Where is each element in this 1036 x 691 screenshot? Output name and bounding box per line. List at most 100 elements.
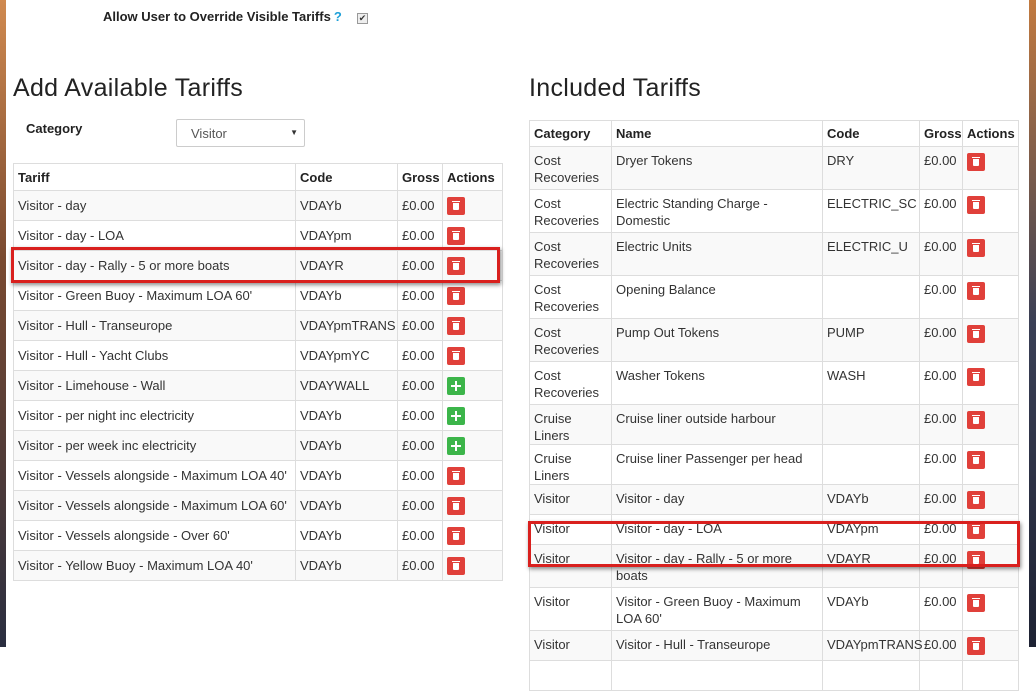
header-code[interactable]: Code [822, 120, 920, 147]
table-row: Cost Recoveries Pump Out Tokens PUMP £0.00 [529, 318, 1019, 362]
code-cell: VDAYb [295, 520, 398, 551]
name-cell: Electric Units [611, 232, 823, 276]
header-tariff[interactable]: Tariff [13, 163, 296, 191]
table-row: Visitor - Vessels alongside - Maximum LO… [13, 460, 503, 491]
caret-down-icon: ▼ [290, 128, 298, 137]
name-cell [611, 660, 823, 691]
gross-cell: £0.00 [397, 370, 443, 401]
delete-button[interactable] [967, 195, 985, 214]
delete-button[interactable] [967, 490, 985, 509]
actions-cell [442, 190, 503, 221]
table-row: Visitor Visitor - Green Buoy - Maximum LO… [529, 587, 1019, 631]
code-cell [822, 404, 920, 445]
code-cell: VDAYb [295, 190, 398, 221]
tariff-cell: Visitor - Vessels alongside - Maximum LO… [13, 490, 296, 521]
delete-button[interactable] [447, 466, 465, 485]
code-cell [822, 660, 920, 691]
delete-button[interactable] [447, 346, 465, 365]
category-cell: Cost Recoveries [529, 146, 612, 190]
delete-button[interactable] [447, 556, 465, 575]
name-cell: Visitor - day - LOA [611, 514, 823, 545]
table-row: Visitor - Vessels alongside - Maximum LO… [13, 490, 503, 521]
actions-cell [442, 340, 503, 371]
delete-button[interactable] [447, 196, 465, 215]
delete-button[interactable] [447, 226, 465, 245]
tariff-cell: Visitor - Hull - Transeurope [13, 310, 296, 341]
delete-button[interactable] [967, 238, 985, 257]
code-cell: VDAYb [295, 490, 398, 521]
tariff-cell: Visitor - Hull - Yacht Clubs [13, 340, 296, 371]
gross-cell: £0.00 [397, 310, 443, 341]
table-row: Visitor - day VDAYb £0.00 [13, 190, 503, 221]
category-select[interactable]: Visitor ▼ [176, 119, 305, 147]
header-category[interactable]: Category [529, 120, 612, 147]
delete-button[interactable] [967, 550, 985, 569]
delete-button[interactable] [967, 636, 985, 655]
add-button[interactable] [447, 406, 465, 425]
delete-button[interactable] [447, 316, 465, 335]
code-cell: VDAYb [295, 550, 398, 581]
code-cell: VDAYb [295, 460, 398, 491]
delete-button[interactable] [967, 410, 985, 429]
table-row: Cost Recoveries Electric Units ELECTRIC_U £… [529, 232, 1019, 276]
delete-button[interactable] [447, 496, 465, 515]
category-cell: Visitor [529, 630, 612, 661]
table-row: Visitor - day - LOA VDAYpm £0.00 [13, 220, 503, 251]
name-cell: Cruise liner outside harbour [611, 404, 823, 445]
gross-cell [919, 660, 963, 691]
gross-cell: £0.00 [919, 587, 963, 631]
table-row [529, 660, 1019, 691]
override-label-text: Allow User to Override Visible Tariffs [103, 9, 331, 24]
header-name[interactable]: Name [611, 120, 823, 147]
code-cell: ELECTRIC_SC [822, 189, 920, 233]
delete-button[interactable] [447, 526, 465, 545]
header-gross[interactable]: Gross [919, 120, 963, 147]
actions-cell [442, 310, 503, 341]
delete-button[interactable] [967, 367, 985, 386]
category-select-value: Visitor [191, 126, 227, 141]
add-button[interactable] [447, 376, 465, 395]
gross-cell: £0.00 [397, 340, 443, 371]
actions-cell [962, 484, 1019, 515]
delete-button[interactable] [447, 286, 465, 305]
gross-cell: £0.00 [397, 190, 443, 221]
gross-cell: £0.00 [919, 361, 963, 405]
header-actions: Actions [962, 120, 1019, 147]
delete-button[interactable] [967, 281, 985, 300]
header-code[interactable]: Code [295, 163, 398, 191]
add-button[interactable] [447, 436, 465, 455]
gross-cell: £0.00 [397, 490, 443, 521]
gross-cell: £0.00 [397, 250, 443, 281]
name-cell: Visitor - day - Rally - 5 or more boats [611, 544, 823, 588]
gross-cell: £0.00 [397, 550, 443, 581]
gross-cell: £0.00 [919, 318, 963, 362]
header-gross[interactable]: Gross [397, 163, 443, 191]
actions-cell [442, 430, 503, 461]
category-cell: Cruise Liners [529, 404, 612, 445]
help-icon[interactable]: ? [334, 9, 342, 24]
category-cell: Cost Recoveries [529, 189, 612, 233]
delete-button[interactable] [967, 593, 985, 612]
delete-button[interactable] [967, 152, 985, 171]
actions-cell [962, 275, 1019, 319]
tariff-cell: Visitor - per week inc electricity [13, 430, 296, 461]
delete-button[interactable] [967, 324, 985, 343]
tariff-cell: Visitor - Vessels alongside - Over 60' [13, 520, 296, 551]
gross-cell: £0.00 [919, 404, 963, 445]
code-cell: VDAYb [295, 280, 398, 311]
tariff-cell: Visitor - Limehouse - Wall [13, 370, 296, 401]
actions-cell [442, 220, 503, 251]
code-cell: VDAYWALL [295, 370, 398, 401]
delete-button[interactable] [967, 520, 985, 539]
table-row: Cost Recoveries Opening Balance £0.00 [529, 275, 1019, 319]
category-cell: Cost Recoveries [529, 275, 612, 319]
available-tariffs-table: Tariff Code Gross Actions Visitor - day V… [13, 163, 503, 581]
override-tariffs-checkbox[interactable]: ✔ [357, 13, 368, 24]
delete-button[interactable] [447, 256, 465, 275]
tariff-cell: Visitor - per night inc electricity [13, 400, 296, 431]
code-cell: VDAYb [822, 484, 920, 515]
actions-cell [442, 250, 503, 281]
actions-cell [962, 232, 1019, 276]
actions-cell [962, 189, 1019, 233]
delete-button[interactable] [967, 450, 985, 469]
